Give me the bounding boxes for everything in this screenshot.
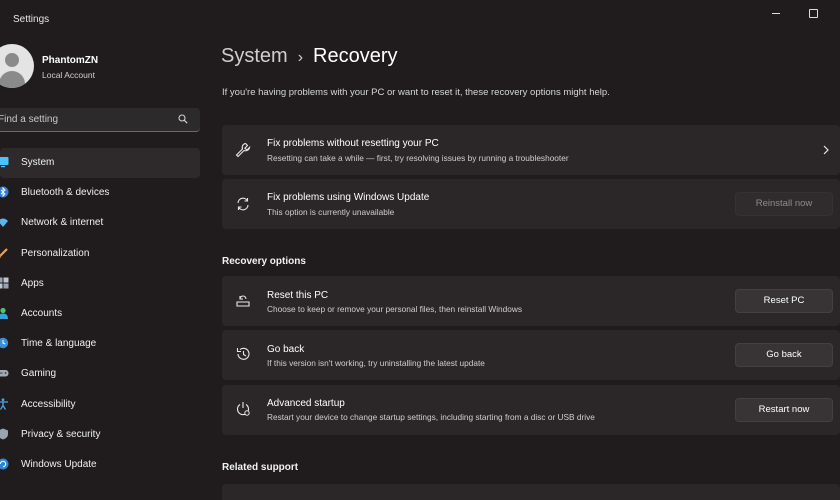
user-name: PhantomZN — [42, 55, 99, 66]
go-back-button[interactable]: Go back — [735, 343, 833, 367]
recovery-options-heading: Recovery options — [222, 256, 306, 267]
update-icon — [0, 458, 9, 470]
sync-icon — [237, 197, 249, 211]
sidebar-nav: System Bluetooth & devices Network & int… — [0, 148, 200, 480]
person-icon — [0, 307, 8, 319]
sidebar-item-label: Apps — [21, 277, 44, 289]
sidebar-item-personalization[interactable]: Personalization — [0, 239, 200, 269]
sidebar-item-label: Bluetooth & devices — [21, 187, 110, 199]
user-profile[interactable]: PhantomZN Local Account — [0, 44, 200, 90]
monitor-icon — [0, 157, 9, 168]
related-support-heading: Related support — [222, 462, 299, 473]
reinstall-now-button[interactable]: Reinstall now — [735, 192, 833, 216]
card-subtitle: Choose to keep or remove your personal f… — [267, 304, 523, 314]
apps-icon — [0, 277, 9, 289]
accessibility-icon — [0, 397, 8, 410]
reset-pc-card: Reset this PC Choose to keep or remove y… — [222, 276, 840, 326]
advanced-startup-card: Advanced startup Restart your device to … — [222, 385, 840, 435]
page-title: Recovery — [313, 45, 398, 67]
app-title: Settings — [13, 14, 50, 25]
sidebar-item-accounts[interactable]: Accounts — [0, 299, 200, 329]
advanced-startup-icon — [236, 402, 250, 416]
gamepad-icon — [0, 370, 9, 377]
sidebar-item-system[interactable]: System — [0, 148, 200, 179]
reset-pc-button[interactable]: Reset PC — [735, 289, 833, 313]
history-icon — [236, 347, 250, 360]
page-description: If you're having problems with your PC o… — [222, 87, 610, 98]
sidebar-item-label: Windows Update — [21, 458, 97, 470]
globe-clock-icon — [0, 337, 9, 349]
card-subtitle: Resetting can take a while — first, try … — [267, 153, 569, 163]
wifi-icon — [0, 218, 8, 228]
wrench-icon — [235, 142, 251, 158]
breadcrumb: System › Recovery — [221, 45, 398, 68]
fix-problems-card[interactable]: Fix problems without resetting your PC R… — [222, 125, 840, 175]
card-title: Advanced startup — [267, 398, 345, 409]
sidebar-item-label: System — [21, 157, 55, 168]
sidebar-item-label: Accessibility — [21, 398, 76, 410]
sidebar-item-bluetooth[interactable]: Bluetooth & devices — [0, 178, 200, 208]
sidebar-item-accessibility[interactable]: Accessibility — [0, 390, 200, 420]
search-icon[interactable] — [178, 114, 188, 124]
sidebar-item-gaming[interactable]: Gaming — [0, 359, 200, 389]
chevron-right-icon — [823, 145, 829, 155]
sidebar-item-windows-update[interactable]: Windows Update — [0, 450, 200, 480]
card-title: Go back — [267, 344, 305, 355]
maximize-button[interactable] — [802, 6, 824, 20]
restart-now-button[interactable]: Restart now — [735, 398, 833, 422]
sidebar-item-label: Network & internet — [21, 217, 104, 229]
sidebar-item-label: Accounts — [21, 307, 63, 319]
sidebar-item-label: Gaming — [21, 368, 57, 380]
brush-icon — [0, 247, 8, 258]
go-back-card: Go back If this version isn't working, t… — [222, 330, 840, 380]
card-title: Fix problems without resetting your PC — [267, 138, 439, 149]
sidebar-item-time-language[interactable]: Time & language — [0, 329, 200, 359]
card-subtitle: If this version isn't working, try unins… — [267, 358, 485, 368]
card-subtitle: This option is currently unavailable — [267, 207, 395, 217]
windows-update-fix-card: Fix problems using Windows Update This o… — [222, 179, 840, 229]
title-bar: Settings — [0, 0, 840, 36]
sidebar-item-privacy-security[interactable]: Privacy & security — [0, 420, 200, 450]
card-title: Reset this PC — [267, 290, 329, 301]
sidebar-item-label: Privacy & security — [21, 428, 101, 440]
account-type: Local Account — [42, 70, 95, 80]
sidebar-item-label: Time & language — [21, 338, 97, 350]
sidebar-item-apps[interactable]: Apps — [0, 269, 200, 299]
sidebar-item-network[interactable]: Network & internet — [0, 208, 200, 238]
card-title: Fix problems using Windows Update — [267, 192, 430, 203]
card-subtitle: Restart your device to change startup se… — [267, 412, 595, 422]
shield-icon — [0, 428, 8, 440]
related-support-card[interactable] — [222, 484, 840, 500]
breadcrumb-separator: › — [297, 49, 304, 66]
sidebar-item-label: Personalization — [21, 247, 90, 259]
minimize-button[interactable] — [766, 6, 788, 20]
avatar — [0, 44, 34, 88]
search-input[interactable] — [0, 108, 168, 130]
search-box[interactable] — [0, 108, 200, 132]
breadcrumb-parent[interactable]: System — [221, 45, 288, 67]
reset-pc-icon — [236, 295, 250, 307]
bluetooth-icon — [0, 186, 9, 198]
